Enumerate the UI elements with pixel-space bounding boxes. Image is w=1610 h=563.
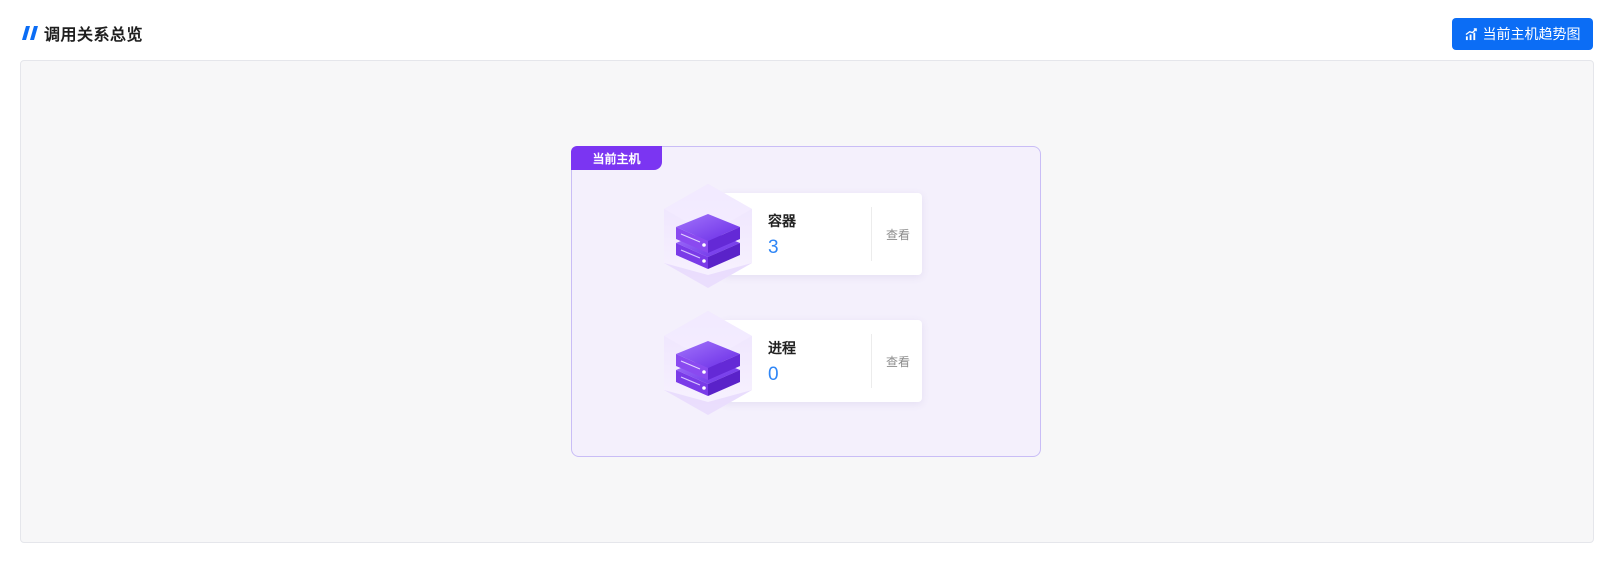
server-stack-icon [664, 184, 752, 288]
host-trend-button-label: 当前主机趋势图 [1482, 26, 1581, 42]
server-stack-icon [664, 311, 752, 415]
page-title: 调用关系总览 [44, 27, 144, 44]
double-slash-icon [22, 26, 38, 40]
page: 调用关系总览 当前主机趋势图 当前主机 容器 3 查看 进程 0 查看 [0, 0, 1610, 563]
host-item-processes: 进程 0 查看 [662, 310, 932, 420]
card-divider [871, 207, 872, 261]
chart-trend-icon [1465, 27, 1477, 40]
view-containers-link[interactable]: 查看 [886, 226, 910, 243]
card-divider [871, 334, 872, 388]
host-item-containers: 容器 3 查看 [662, 183, 932, 293]
view-processes-link[interactable]: 查看 [886, 353, 910, 370]
current-host-tag: 当前主机 [571, 146, 662, 170]
current-host-box: 当前主机 容器 3 查看 进程 0 查看 [571, 146, 1041, 457]
host-item-label: 容器 [768, 213, 796, 229]
header: 调用关系总览 当前主机趋势图 [0, 0, 1610, 60]
title-wrap: 调用关系总览 [22, 22, 143, 44]
host-item-label: 进程 [768, 340, 796, 356]
host-item-value: 0 [768, 364, 779, 385]
host-item-value: 3 [768, 237, 779, 258]
host-trend-button[interactable]: 当前主机趋势图 [1452, 18, 1593, 50]
